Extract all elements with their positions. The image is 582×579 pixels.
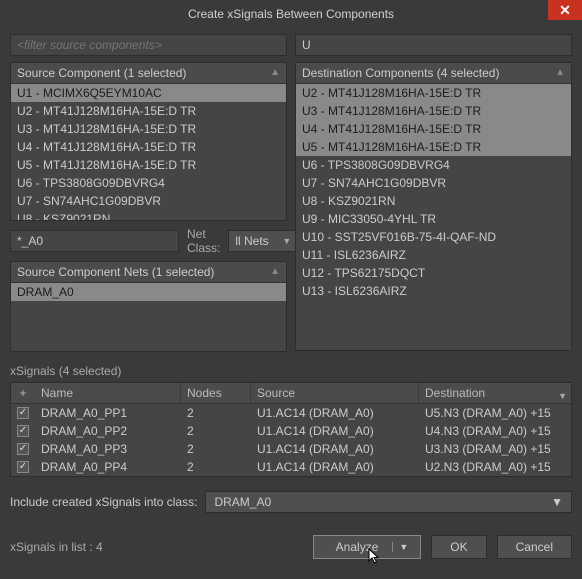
- cell-nodes: 2: [181, 459, 251, 475]
- list-item[interactable]: U6 - TPS3808G09DBVRG4: [11, 174, 286, 192]
- checkbox[interactable]: ✓: [17, 461, 29, 473]
- list-item[interactable]: U3 - MT41J128M16HA-15E:D TR: [296, 102, 571, 120]
- source-filter-input[interactable]: [10, 34, 287, 56]
- list-item[interactable]: U8 - KSZ9021RN: [296, 192, 571, 210]
- list-item[interactable]: U7 - SN74AHC1G09DBVR: [296, 174, 571, 192]
- xsignals-count: xSignals in list : 4: [10, 540, 103, 554]
- xsignals-table[interactable]: + Name Nodes Source Destination ▼ ✓ DRAM_…: [10, 382, 572, 477]
- list-item[interactable]: U11 - ISL6236AIRZ: [296, 246, 571, 264]
- col-destination[interactable]: Destination: [419, 383, 571, 403]
- col-nodes[interactable]: Nodes: [181, 383, 251, 403]
- source-nets-header: Source Component Nets (1 selected)▲: [11, 262, 286, 283]
- sort-icon: ▲: [270, 67, 280, 78]
- xsignals-label: xSignals (4 selected): [10, 362, 572, 382]
- list-item[interactable]: U12 - TPS62175DQCT: [296, 264, 571, 282]
- dest-component-header: Destination Components (4 selected)▲: [296, 63, 571, 84]
- list-item[interactable]: U1 - MCIMX6Q5EYM10AC: [11, 84, 286, 102]
- list-item[interactable]: U4 - MT41J128M16HA-15E:D TR: [11, 138, 286, 156]
- ok-button[interactable]: OK: [431, 535, 486, 559]
- list-item[interactable]: U9 - MIC33050-4YHL TR: [296, 210, 571, 228]
- cell-name: DRAM_A0_PP4: [35, 459, 181, 475]
- cell-dest: U5.N3 (DRAM_A0) +15: [419, 405, 571, 421]
- list-item[interactable]: U4 - MT41J128M16HA-15E:D TR: [296, 120, 571, 138]
- list-item[interactable]: U8 - KSZ9021RN: [11, 210, 286, 220]
- checkbox[interactable]: ✓: [17, 425, 29, 437]
- table-row[interactable]: ✓ DRAM_A0_PP42U1.AC14 (DRAM_A0)U2.N3 (DRA…: [11, 458, 571, 476]
- cell-source: U1.AC14 (DRAM_A0): [251, 405, 419, 421]
- titlebar: Create xSignals Between Components ✕: [0, 0, 582, 28]
- table-row[interactable]: ✓ DRAM_A0_PP12U1.AC14 (DRAM_A0)U5.N3 (DRA…: [11, 404, 571, 422]
- cell-name: DRAM_A0_PP2: [35, 423, 181, 439]
- list-item[interactable]: U3 - MT41J128M16HA-15E:D TR: [11, 120, 286, 138]
- col-source[interactable]: Source: [251, 383, 419, 403]
- source-nets-list[interactable]: Source Component Nets (1 selected)▲ DRAM…: [10, 261, 287, 352]
- dest-component-list[interactable]: Destination Components (4 selected)▲ U2 …: [295, 62, 572, 351]
- list-item[interactable]: U5 - MT41J128M16HA-15E:D TR: [296, 138, 571, 156]
- list-item[interactable]: U5 - MT41J128M16HA-15E:D TR: [11, 156, 286, 174]
- list-item[interactable]: U7 - SN74AHC1G09DBVR: [11, 192, 286, 210]
- dest-filter-input[interactable]: [295, 34, 572, 56]
- sort-icon: ▲: [555, 67, 565, 78]
- chevron-down-icon: ▼: [282, 236, 291, 246]
- analyze-button[interactable]: Analyze▼: [313, 535, 422, 559]
- table-row[interactable]: ✓ DRAM_A0_PP32U1.AC14 (DRAM_A0)U3.N3 (DRA…: [11, 440, 571, 458]
- checkbox[interactable]: ✓: [17, 443, 29, 455]
- net-class-label: Net Class:: [183, 227, 224, 255]
- list-item[interactable]: DRAM_A0: [11, 283, 286, 301]
- list-item[interactable]: U6 - TPS3808G09DBVRG4: [296, 156, 571, 174]
- cancel-button[interactable]: Cancel: [497, 535, 572, 559]
- cell-source: U1.AC14 (DRAM_A0): [251, 423, 419, 439]
- scroll-icon: ▼: [558, 391, 567, 401]
- list-item[interactable]: U2 - MT41J128M16HA-15E:D TR: [11, 102, 286, 120]
- window-title: Create xSignals Between Components: [188, 7, 394, 21]
- col-check[interactable]: +: [11, 383, 35, 403]
- close-button[interactable]: ✕: [548, 0, 582, 20]
- cell-dest: U2.N3 (DRAM_A0) +15: [419, 459, 571, 475]
- chevron-down-icon: ▼: [551, 495, 563, 509]
- cell-nodes: 2: [181, 405, 251, 421]
- checkbox[interactable]: ✓: [17, 407, 29, 419]
- table-header: + Name Nodes Source Destination ▼: [11, 383, 571, 404]
- source-component-header: Source Component (1 selected)▲: [11, 63, 286, 84]
- sort-icon: ▲: [270, 266, 280, 277]
- cell-nodes: 2: [181, 423, 251, 439]
- list-item[interactable]: U13 - ISL6236AIRZ: [296, 282, 571, 300]
- cell-nodes: 2: [181, 441, 251, 457]
- include-class-combo[interactable]: DRAM_A0▼: [205, 491, 572, 513]
- net-class-combo[interactable]: ll Nets▼: [228, 230, 298, 252]
- source-component-list[interactable]: Source Component (1 selected)▲ U1 - MCIM…: [10, 62, 287, 221]
- col-name[interactable]: Name: [35, 383, 181, 403]
- cell-dest: U4.N3 (DRAM_A0) +15: [419, 423, 571, 439]
- cell-dest: U3.N3 (DRAM_A0) +15: [419, 441, 571, 457]
- chevron-down-icon[interactable]: ▼: [392, 542, 408, 552]
- cell-source: U1.AC14 (DRAM_A0): [251, 441, 419, 457]
- list-item[interactable]: U2 - MT41J128M16HA-15E:D TR: [296, 84, 571, 102]
- include-label: Include created xSignals into class:: [10, 495, 197, 509]
- cell-name: DRAM_A0_PP3: [35, 441, 181, 457]
- cell-source: U1.AC14 (DRAM_A0): [251, 459, 419, 475]
- net-filter-input[interactable]: [10, 230, 179, 252]
- cell-name: DRAM_A0_PP1: [35, 405, 181, 421]
- list-item[interactable]: U10 - SST25VF016B-75-4I-QAF-ND: [296, 228, 571, 246]
- table-row[interactable]: ✓ DRAM_A0_PP22U1.AC14 (DRAM_A0)U4.N3 (DRA…: [11, 422, 571, 440]
